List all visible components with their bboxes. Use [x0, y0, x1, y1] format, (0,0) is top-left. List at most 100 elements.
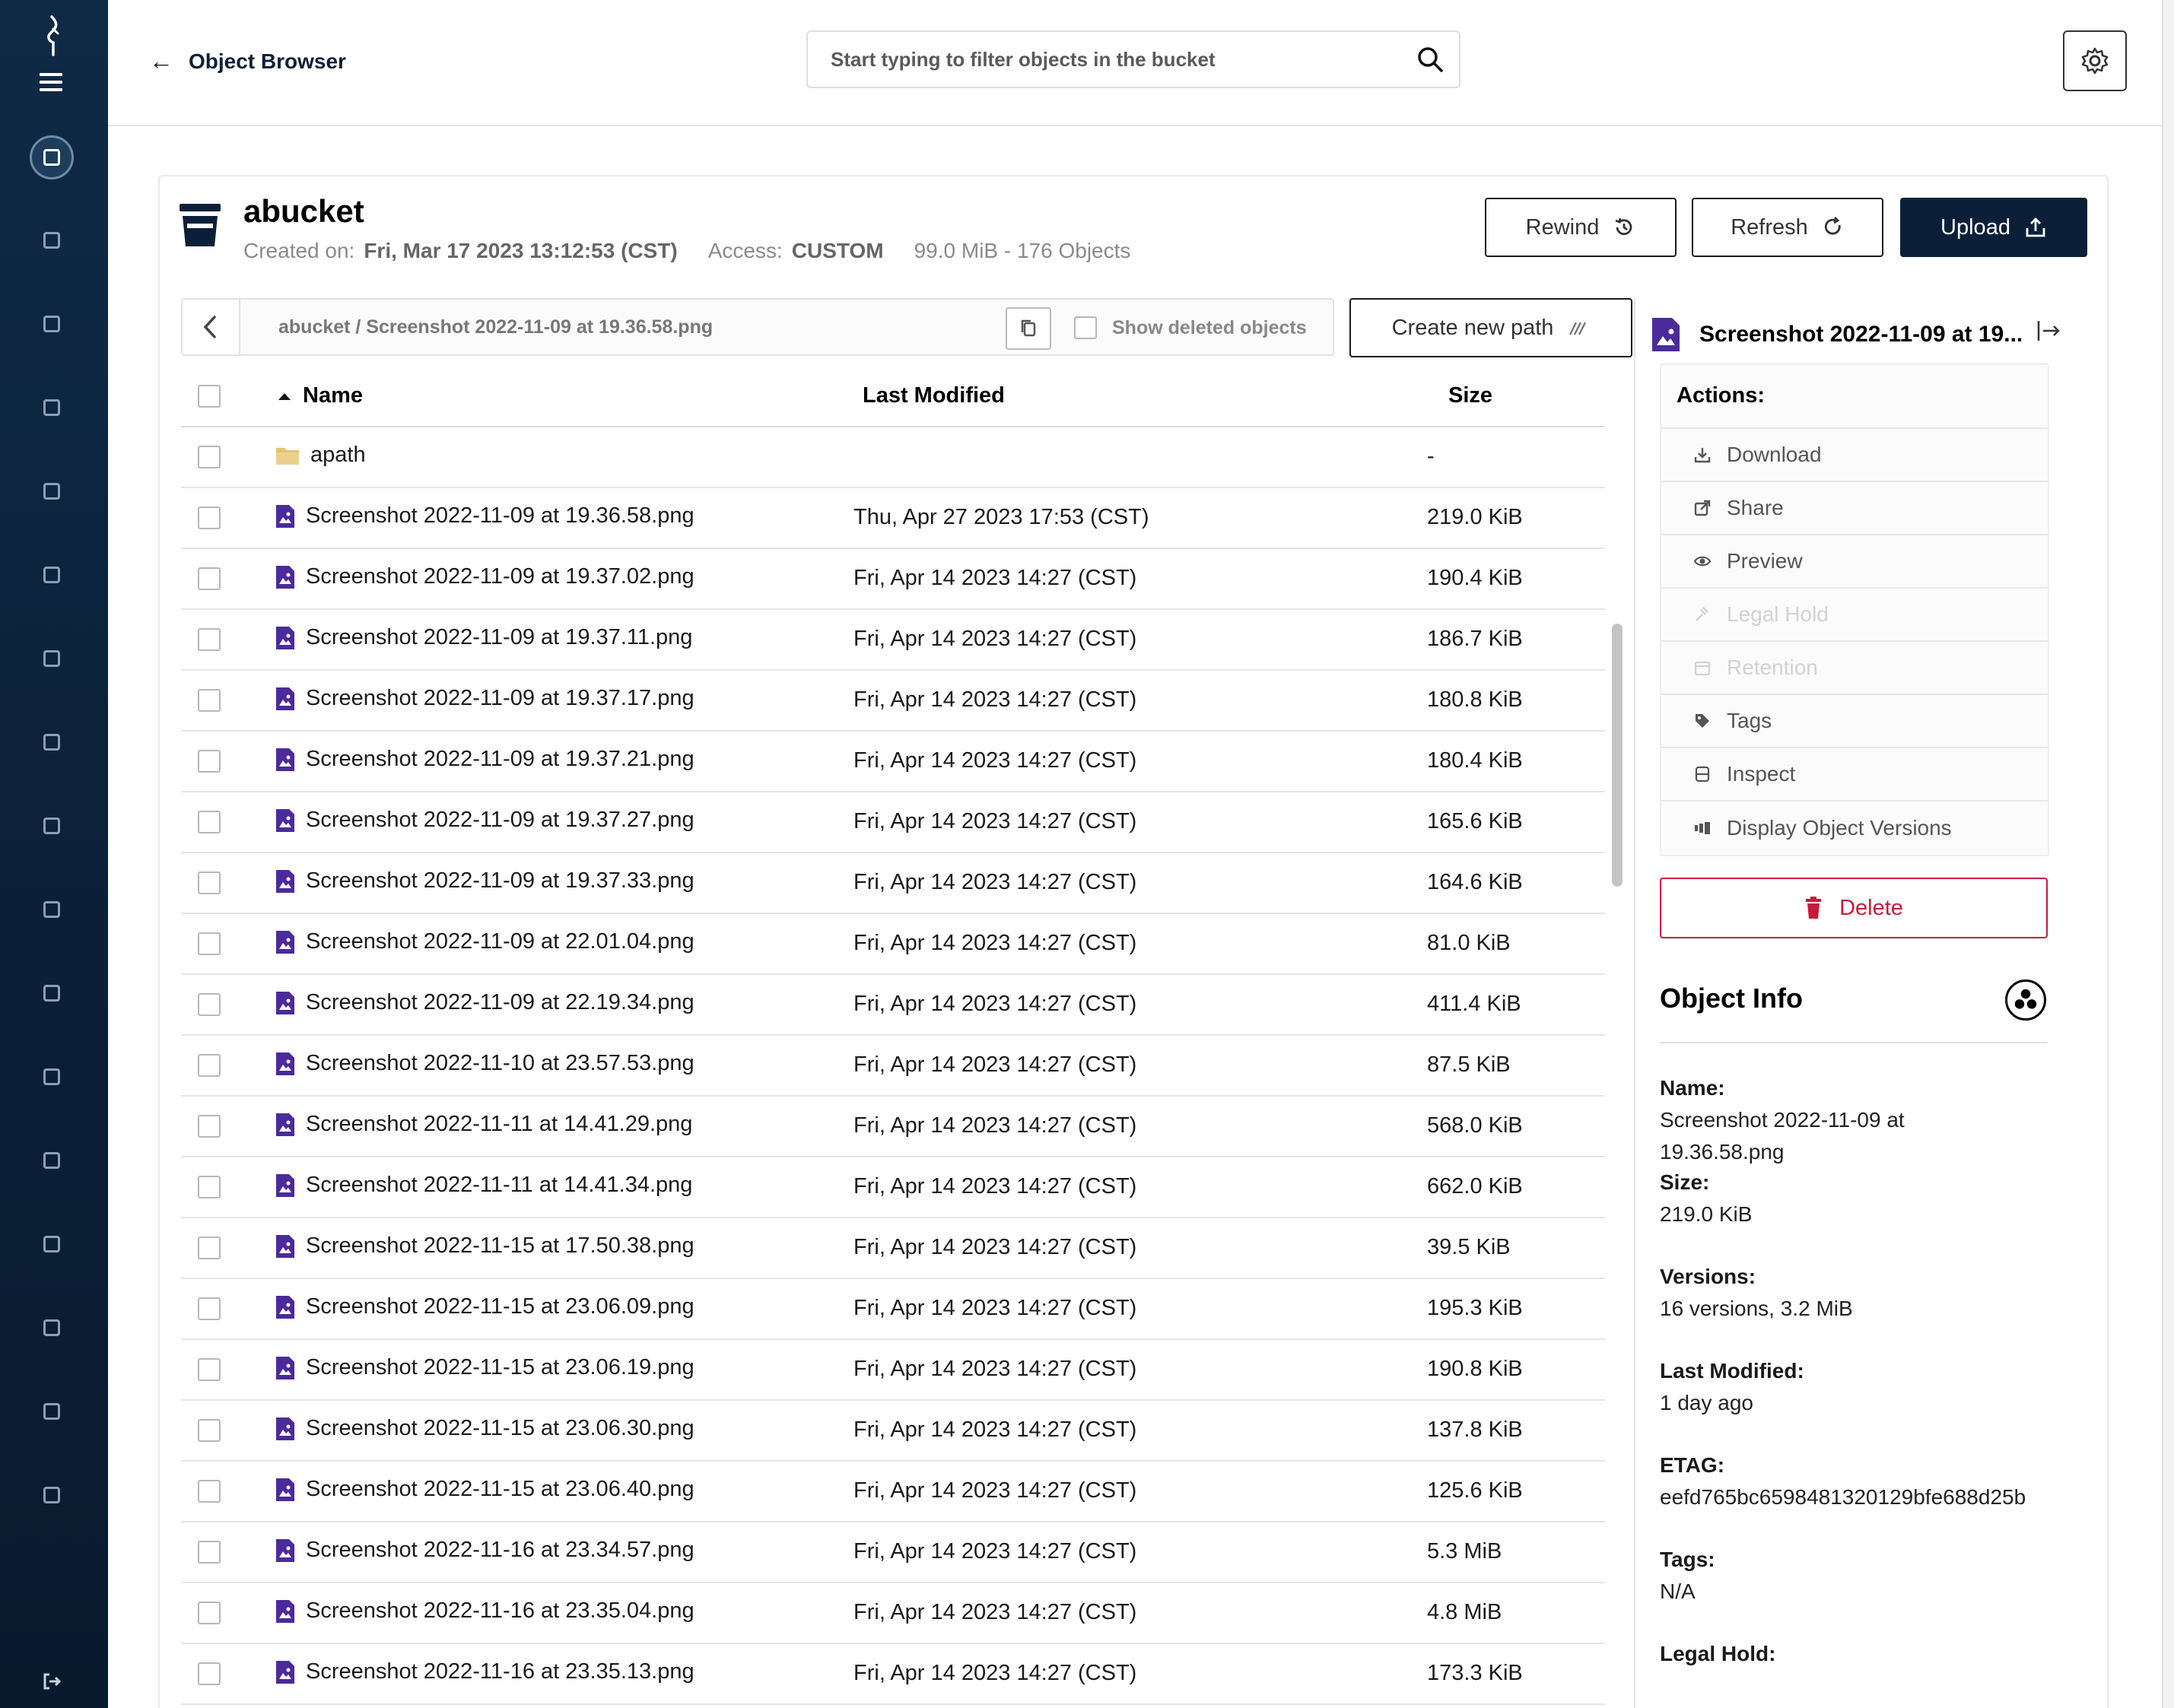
sidebar-item-drives[interactable] [30, 1306, 74, 1350]
row-checkbox[interactable] [198, 1602, 221, 1624]
row-checkbox[interactable] [198, 1662, 221, 1685]
row-checkbox[interactable] [198, 1480, 221, 1503]
copy-path-button[interactable] [1006, 307, 1051, 350]
sidebar-item-logout[interactable] [30, 1659, 74, 1703]
row-checkbox[interactable] [198, 1115, 221, 1138]
row-checkbox[interactable] [198, 1541, 221, 1564]
table-row[interactable]: Screenshot 2022-11-09 at 19.36.58.png Thu… [181, 488, 1605, 549]
sidebar-item-identity[interactable] [30, 553, 74, 597]
object-name-cell[interactable]: Screenshot 2022-11-15 at 23.06.19.png [275, 1355, 694, 1380]
row-checkbox[interactable] [198, 1176, 221, 1198]
refresh-button[interactable]: Refresh [1692, 198, 1883, 257]
action-display-object-versions[interactable]: Display Object Versions [1661, 802, 2048, 855]
object-name-cell[interactable]: Screenshot 2022-11-11 at 14.41.34.png [275, 1173, 692, 1198]
row-checkbox[interactable] [198, 567, 221, 590]
object-name-cell[interactable]: Screenshot 2022-11-09 at 22.01.04.png [275, 929, 694, 954]
rewind-button[interactable]: Rewind [1485, 198, 1677, 257]
row-checkbox[interactable] [198, 932, 221, 955]
object-name-cell[interactable]: Screenshot 2022-11-11 at 14.41.29.png [275, 1112, 692, 1137]
breadcrumb-back-button[interactable] [183, 300, 240, 354]
row-checkbox[interactable] [198, 750, 221, 773]
close-panel-icon[interactable] [2036, 318, 2061, 344]
action-tags[interactable]: Tags [1661, 695, 2048, 748]
object-name-cell[interactable]: Screenshot 2022-11-09 at 22.19.34.png [275, 990, 694, 1015]
create-new-path-button[interactable]: Create new path [1349, 298, 1632, 357]
sidebar-item-site-replication[interactable] [30, 1389, 74, 1433]
sidebar-item-tiering[interactable] [30, 804, 74, 848]
object-name-cell[interactable]: Screenshot 2022-11-16 at 23.35.04.png [275, 1598, 694, 1624]
table-row[interactable]: Screenshot 2022-11-09 at 19.37.02.png Fri… [181, 549, 1605, 610]
sidebar-item-configuration[interactable] [30, 1055, 74, 1099]
sidebar-item-replication[interactable] [30, 887, 74, 932]
object-name-cell[interactable]: Screenshot 2022-11-09 at 19.37.17.png [275, 686, 694, 711]
row-checkbox[interactable] [198, 506, 221, 529]
object-name-cell[interactable]: Screenshot 2022-11-16 at 23.35.13.png [275, 1659, 694, 1684]
object-name-cell[interactable]: Screenshot 2022-11-15 at 23.06.09.png [275, 1294, 694, 1319]
object-name-cell[interactable]: Screenshot 2022-11-09 at 19.37.21.png [275, 747, 694, 772]
object-name-cell[interactable]: Screenshot 2022-11-10 at 23.57.53.png [275, 1051, 694, 1076]
row-checkbox[interactable] [198, 1297, 221, 1320]
table-row[interactable]: Screenshot 2022-11-09 at 22.01.04.png Fri… [181, 914, 1605, 975]
table-row[interactable]: Screenshot 2022-11-16 at 23.35.04.png Fri… [181, 1583, 1605, 1644]
action-download[interactable]: Download [1661, 429, 2048, 482]
sidebar-item-health[interactable] [30, 1222, 74, 1266]
row-checkbox[interactable] [198, 1419, 221, 1442]
row-checkbox[interactable] [198, 446, 221, 468]
hamburger-menu-icon[interactable] [40, 73, 62, 91]
row-checkbox[interactable] [198, 689, 221, 712]
table-row[interactable]: Screenshot 2022-11-15 at 17.50.38.png Fri… [181, 1218, 1605, 1279]
show-deleted-checkbox[interactable] [1074, 316, 1097, 339]
sidebar-item-object-browser[interactable] [30, 135, 74, 179]
table-row[interactable]: Screenshot 2022-11-09 at 19.37.17.png Fri… [181, 671, 1605, 732]
object-name-cell[interactable]: Screenshot 2022-11-09 at 19.37.27.png [275, 808, 694, 833]
sidebar-item-support[interactable] [30, 1473, 74, 1517]
object-name-cell[interactable]: Screenshot 2022-11-15 at 23.06.40.png [275, 1477, 694, 1502]
table-scrollbar-thumb[interactable] [1612, 624, 1623, 887]
action-inspect[interactable]: Inspect [1661, 748, 2048, 802]
object-name-cell[interactable]: Screenshot 2022-11-09 at 19.37.02.png [275, 564, 694, 589]
sidebar-item-monitoring[interactable] [30, 637, 74, 681]
column-size-header[interactable]: Size [1448, 383, 1492, 408]
sidebar-item-settings[interactable] [30, 971, 74, 1015]
table-row[interactable]: Screenshot 2022-11-09 at 19.37.33.png Fri… [181, 853, 1605, 914]
column-name-header[interactable]: Name [277, 383, 363, 408]
row-checkbox[interactable] [198, 628, 221, 651]
sidebar-item-policies[interactable] [30, 469, 74, 513]
object-name-cell[interactable]: Screenshot 2022-11-15 at 17.50.38.png [275, 1233, 694, 1259]
folder-row[interactable]: apath - [181, 427, 1605, 488]
action-share[interactable]: Share [1661, 482, 2048, 535]
table-row[interactable]: Screenshot 2022-11-09 at 22.19.34.png Fri… [181, 975, 1605, 1036]
upload-button[interactable]: Upload [1900, 198, 2087, 257]
table-row[interactable]: Screenshot 2022-11-11 at 14.41.34.png Fri… [181, 1157, 1605, 1218]
delete-button[interactable]: Delete [1660, 878, 2048, 938]
table-row[interactable]: Screenshot 2022-11-11 at 14.41.29.png Fri… [181, 1097, 1605, 1157]
row-checkbox[interactable] [198, 811, 221, 833]
object-name-cell[interactable]: Screenshot 2022-11-15 at 23.06.30.png [275, 1416, 694, 1441]
action-preview[interactable]: Preview [1661, 535, 2048, 589]
select-all-checkbox[interactable] [198, 385, 221, 408]
table-row[interactable]: Screenshot 2022-11-09 at 19.37.11.png Fri… [181, 610, 1605, 671]
row-checkbox[interactable] [198, 1054, 221, 1077]
object-name-cell[interactable]: apath [275, 443, 366, 468]
breadcrumb[interactable]: abucket / Screenshot 2022-11-09 at 19.36… [278, 316, 713, 338]
table-row[interactable]: Screenshot 2022-11-15 at 23.06.19.png Fri… [181, 1340, 1605, 1401]
show-deleted-toggle[interactable]: Show deleted objects [1074, 316, 1307, 339]
table-row[interactable]: Screenshot 2022-11-16 at 23.34.57.png Fri… [181, 1522, 1605, 1583]
table-row[interactable]: Screenshot 2022-11-10 at 23.57.53.png Fri… [181, 1036, 1605, 1097]
page-scrollbar[interactable] [2162, 0, 2174, 1708]
back-to-object-browser-link[interactable]: ← Object Browser [149, 47, 346, 75]
sidebar-item-buckets[interactable] [30, 386, 74, 430]
filter-objects-input[interactable] [808, 32, 1386, 87]
table-row[interactable]: Screenshot 2022-11-09 at 19.37.27.png Fri… [181, 792, 1605, 853]
row-checkbox[interactable] [198, 1358, 221, 1381]
column-last-modified-header[interactable]: Last Modified [863, 383, 1005, 408]
minio-logo-icon[interactable] [37, 14, 67, 58]
object-name-cell[interactable]: Screenshot 2022-11-09 at 19.37.11.png [275, 625, 692, 650]
row-checkbox[interactable] [198, 871, 221, 894]
sidebar-item-access-keys[interactable] [30, 218, 74, 262]
table-row[interactable]: Screenshot 2022-11-15 at 23.06.30.png Fri… [181, 1401, 1605, 1462]
settings-button[interactable] [2063, 30, 2127, 91]
search-icon[interactable] [1415, 44, 1445, 75]
object-name-cell[interactable]: Screenshot 2022-11-09 at 19.37.33.png [275, 868, 694, 894]
object-name-cell[interactable]: Screenshot 2022-11-16 at 23.34.57.png [275, 1538, 694, 1563]
